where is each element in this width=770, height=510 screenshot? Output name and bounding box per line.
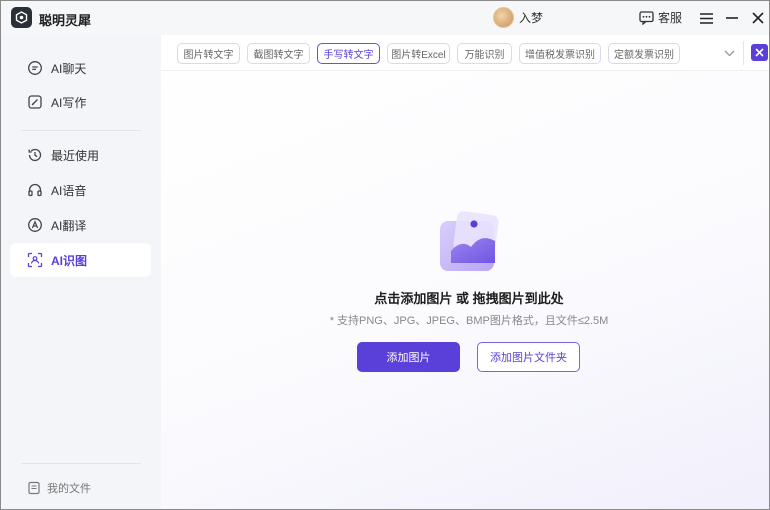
sidebar-item-label: AI识图 bbox=[51, 253, 88, 268]
sidebar-item-label: 最近使用 bbox=[51, 148, 100, 163]
main-panel: 图片转文字 截图转文字 手写转文字 图片转Excel 万能识别 增值税发票识别 … bbox=[161, 35, 769, 509]
sidebar-divider bbox=[21, 130, 141, 131]
tab-screenshot-to-text[interactable]: 截图转文字 bbox=[247, 43, 310, 64]
chat-icon bbox=[27, 60, 43, 76]
my-files-label: 我的文件 bbox=[47, 483, 91, 495]
add-image-button[interactable]: 添加图片 bbox=[357, 342, 460, 372]
upload-title: 点击添加图片 或 拖拽图片到此处 bbox=[374, 291, 564, 306]
sidebar-item-label: AI聊天 bbox=[51, 61, 87, 76]
history-icon bbox=[27, 147, 43, 163]
sidebar-item-ai-image-recognition[interactable]: AI识图 bbox=[10, 243, 151, 277]
sidebar-item-label: AI写作 bbox=[51, 95, 87, 110]
menu-button[interactable] bbox=[696, 8, 716, 28]
tool-tab-bar: 图片转文字 截图转文字 手写转文字 图片转Excel 万能识别 增值税发票识别 … bbox=[161, 35, 769, 71]
sidebar: AI聊天 AI写作 最近使用 AI语音 AI翻译 AI识图 我的文件 bbox=[1, 35, 161, 509]
tab-fixed-invoice-recognition[interactable]: 定额发票识别 bbox=[608, 43, 680, 64]
image-placeholder-icon bbox=[437, 211, 501, 273]
customer-service-button[interactable]: 客服 bbox=[639, 9, 682, 26]
headphones-icon bbox=[27, 182, 43, 198]
translate-icon bbox=[27, 217, 43, 233]
close-icon bbox=[755, 48, 764, 57]
tab-universal-recognition[interactable]: 万能识别 bbox=[457, 43, 512, 64]
my-files-link[interactable]: 我的文件 bbox=[27, 480, 91, 496]
close-window-button[interactable] bbox=[748, 8, 768, 28]
tab-vat-invoice-recognition[interactable]: 增值税发票识别 bbox=[519, 43, 601, 64]
sidebar-item-ai-translate[interactable]: AI翻译 bbox=[10, 208, 151, 242]
app-window: 聪明灵犀 入梦 客服 AI聊天 AI写作 最近使用 AI语音 AI翻译 AI识图… bbox=[0, 0, 770, 510]
tab-image-to-text[interactable]: 图片转文字 bbox=[177, 43, 240, 64]
hamburger-icon bbox=[699, 12, 713, 24]
sidebar-item-ai-voice[interactable]: AI语音 bbox=[10, 173, 151, 207]
minimize-icon bbox=[726, 17, 738, 19]
sidebar-item-recent[interactable]: 最近使用 bbox=[10, 138, 151, 172]
message-icon bbox=[639, 10, 654, 25]
scan-icon bbox=[27, 252, 43, 268]
sidebar-item-label: AI翻译 bbox=[51, 218, 87, 233]
user-name: 入梦 bbox=[519, 11, 544, 25]
sidebar-item-ai-writing[interactable]: AI写作 bbox=[10, 85, 151, 119]
close-panel-button[interactable] bbox=[751, 44, 768, 61]
minimize-button[interactable] bbox=[722, 8, 742, 28]
app-title: 聪明灵犀 bbox=[39, 13, 92, 28]
file-icon bbox=[27, 481, 41, 495]
tabs-more-button[interactable] bbox=[721, 45, 737, 61]
tab-handwriting-to-text[interactable]: 手写转文字 bbox=[317, 43, 380, 64]
upload-format-hint: * 支持PNG、JPG、JPEG、BMP图片格式，且文件≤2.5M bbox=[329, 315, 609, 327]
sidebar-item-label: AI语音 bbox=[51, 183, 87, 198]
sidebar-divider bbox=[21, 463, 141, 464]
close-icon bbox=[752, 12, 764, 24]
user-profile[interactable]: 入梦 bbox=[493, 7, 543, 28]
avatar bbox=[493, 7, 514, 28]
write-icon bbox=[27, 94, 43, 110]
customer-service-label: 客服 bbox=[658, 11, 683, 25]
title-bar: 聪明灵犀 入梦 客服 bbox=[1, 1, 769, 35]
add-image-folder-button[interactable]: 添加图片文件夹 bbox=[477, 342, 580, 372]
app-logo-icon bbox=[11, 7, 32, 28]
chevron-down-icon bbox=[724, 50, 735, 57]
sidebar-item-ai-chat[interactable]: AI聊天 bbox=[10, 51, 151, 85]
tab-separator bbox=[743, 41, 744, 65]
tab-image-to-excel[interactable]: 图片转Excel bbox=[387, 43, 450, 64]
